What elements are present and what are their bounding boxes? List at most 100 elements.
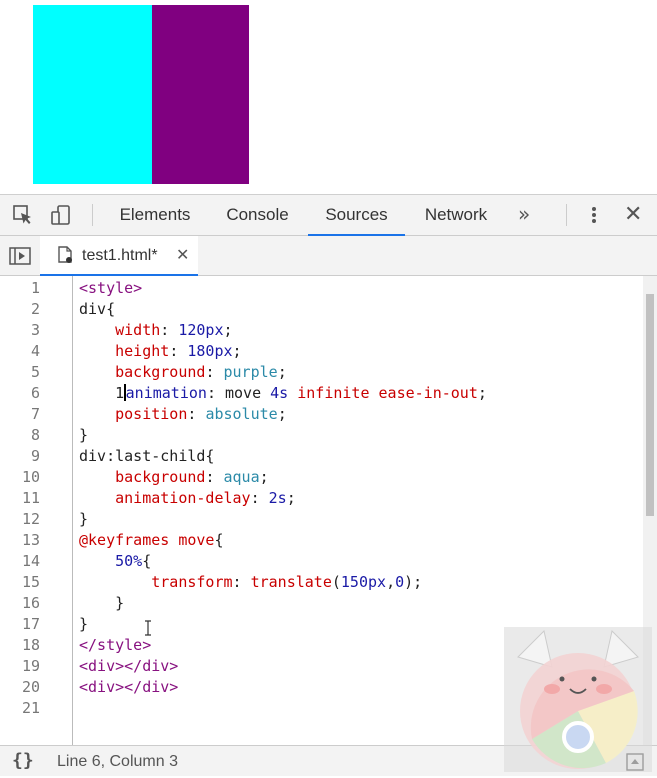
- code-line[interactable]: animation-delay: 2s;: [79, 488, 296, 509]
- line-number: 16: [21, 594, 40, 612]
- code-token: 0: [395, 573, 405, 591]
- code-token: }: [79, 594, 125, 612]
- file-tab-label: test1.html*: [82, 247, 158, 264]
- code-line[interactable]: </style>: [79, 635, 151, 656]
- code-line[interactable]: div{: [79, 299, 115, 320]
- kebab-menu-icon[interactable]: [588, 205, 600, 225]
- code-token: height: [115, 342, 170, 360]
- line-number: 11: [21, 489, 40, 507]
- code-line[interactable]: @keyframes move{: [79, 530, 224, 551]
- tab-network[interactable]: Network: [412, 195, 500, 235]
- toolbar-divider: [92, 204, 93, 226]
- line-number: 18: [21, 636, 40, 654]
- code-token: 50%: [115, 552, 143, 570]
- more-tabs-chevron-icon[interactable]: »: [518, 195, 530, 235]
- inspect-element-icon[interactable]: [12, 204, 34, 226]
- line-number: 8: [30, 426, 40, 444]
- code-line[interactable]: 50%{: [79, 551, 151, 572]
- line-number: 9: [30, 447, 40, 465]
- code-line[interactable]: background: aqua;: [79, 467, 269, 488]
- code-line[interactable]: <style>: [79, 278, 142, 299]
- code-line[interactable]: }: [79, 425, 88, 446]
- code-token: }: [79, 615, 89, 633]
- code-token: 150px: [340, 573, 387, 591]
- code-token: <div></div>: [79, 678, 179, 696]
- code-token: </style>: [79, 636, 152, 654]
- code-token: <style>: [79, 279, 143, 297]
- line-number: 12: [21, 510, 40, 528]
- code-token: ;: [477, 384, 487, 402]
- tab-console[interactable]: Console: [215, 195, 300, 235]
- code-token: 4s: [270, 384, 289, 402]
- code-token: ;: [223, 321, 233, 339]
- text-cursor-icon: [143, 620, 153, 636]
- code-line[interactable]: background: purple;: [79, 362, 287, 383]
- code-token: background: [115, 363, 206, 381]
- tab-elements[interactable]: Elements: [110, 195, 200, 235]
- code-token: width: [115, 321, 161, 339]
- code-token: ,: [386, 573, 396, 591]
- line-number: 1: [30, 279, 40, 297]
- code-token: transform: [151, 573, 233, 591]
- file-tab-test1[interactable]: test1.html* ✕: [40, 236, 198, 276]
- code-token: @keyframes move: [79, 531, 215, 549]
- code-token: :: [169, 342, 188, 360]
- toolbar-divider: [566, 204, 567, 226]
- close-file-icon[interactable]: ✕: [176, 236, 189, 275]
- code-line[interactable]: <div></div>: [79, 656, 178, 677]
- code-token: purple: [223, 363, 278, 381]
- pretty-print-button[interactable]: {}: [12, 746, 34, 776]
- code-line[interactable]: width: 120px;: [79, 320, 233, 341]
- line-number: 14: [21, 552, 40, 570]
- code-line[interactable]: position: absolute;: [79, 404, 287, 425]
- code-token: absolute: [205, 405, 278, 423]
- code-token: aqua: [223, 468, 260, 486]
- code-token: (: [331, 573, 341, 591]
- code-line[interactable]: }: [79, 509, 88, 530]
- line-number: 4: [30, 342, 40, 360]
- code-line[interactable]: }: [79, 614, 88, 635]
- line-number: 7: [30, 405, 40, 423]
- cursor-position: Line 6, Column 3: [57, 753, 178, 770]
- code-token: }: [79, 426, 89, 444]
- toggle-navigator-icon[interactable]: [9, 247, 31, 265]
- code-token: animation: [125, 384, 207, 402]
- line-number: 3: [30, 321, 40, 339]
- code-token: <div></div>: [79, 657, 179, 675]
- code-token: ;: [277, 363, 287, 381]
- code-token: infinite ease-in-out: [288, 384, 478, 402]
- purple-box: [152, 5, 249, 184]
- tab-sources[interactable]: Sources: [308, 195, 405, 236]
- recording-watermark-logo: [504, 627, 652, 772]
- code-token: 1: [79, 384, 125, 402]
- code-token: {: [214, 531, 224, 549]
- code-line[interactable]: transform: translate(150px,0);: [79, 572, 422, 593]
- close-devtools-icon[interactable]: ✕: [624, 195, 642, 235]
- device-toggle-icon[interactable]: [50, 204, 72, 226]
- scrollbar-thumb[interactable]: [646, 294, 654, 516]
- code-line[interactable]: }: [79, 593, 124, 614]
- code-line[interactable]: 1 animation: move 4s infinite ease-in-out…: [79, 383, 487, 404]
- code-token: :: [160, 321, 179, 339]
- line-number: 21: [21, 699, 40, 717]
- line-number: 17: [21, 615, 40, 633]
- line-number: 6: [30, 384, 40, 402]
- code-line[interactable]: div:last-child{: [79, 446, 214, 467]
- line-number: 20: [21, 678, 40, 696]
- code-token: :: [232, 573, 251, 591]
- line-number: 15: [21, 573, 40, 591]
- line-number: 5: [30, 363, 40, 381]
- code-token: ;: [286, 489, 296, 507]
- code-line[interactable]: height: 180px;: [79, 341, 242, 362]
- code-token: :: [205, 468, 224, 486]
- code-token: ;: [277, 405, 287, 423]
- code-token: position: [115, 405, 188, 423]
- file-tab-bar: test1.html* ✕: [0, 236, 657, 276]
- code-token: ;: [232, 342, 242, 360]
- code-line[interactable]: <div></div>: [79, 677, 178, 698]
